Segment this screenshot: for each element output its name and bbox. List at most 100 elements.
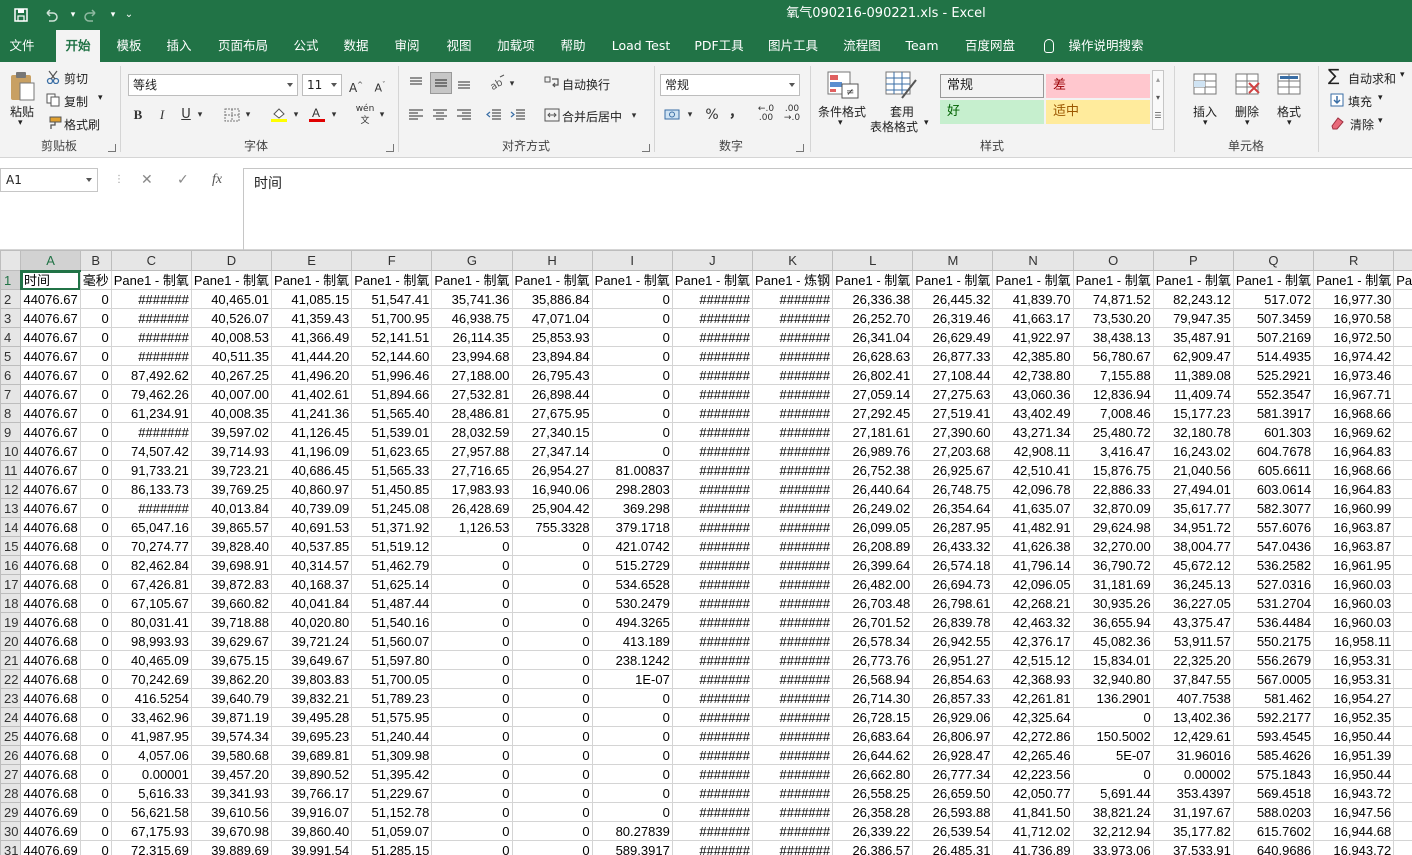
cell-d25[interactable]: 39,574.34 — [190, 726, 273, 746]
cell-b30[interactable]: 0 — [79, 821, 112, 841]
cell-l30[interactable]: 26,339.22 — [832, 821, 914, 841]
cell-d28[interactable]: 39,341.93 — [190, 783, 273, 803]
cell-p7[interactable]: 11,409.74 — [1152, 384, 1234, 404]
cell-l18[interactable]: 26,703.48 — [832, 593, 914, 613]
cell-s25[interactable]: 16,950.44 — [1393, 726, 1412, 746]
column-header-j[interactable]: J — [671, 250, 753, 271]
cell-i1[interactable]: Pane1 - 制氧 — [591, 270, 673, 290]
align-right-icon[interactable] — [456, 108, 472, 122]
cell-f21[interactable]: 51,597.80 — [351, 650, 433, 670]
column-header-i[interactable]: I — [591, 250, 673, 271]
cell-m3[interactable]: 26,319.46 — [912, 308, 994, 328]
delete-dropdown-icon[interactable]: ▾ — [1245, 118, 1250, 128]
cell-m29[interactable]: 26,593.88 — [912, 802, 994, 822]
cell-k3[interactable]: ####### — [751, 308, 834, 328]
cell-a15[interactable]: 44076.68 — [20, 536, 81, 556]
cell-q20[interactable]: 550.2175 — [1232, 631, 1315, 651]
cell-i13[interactable]: 369.298 — [591, 498, 673, 518]
cell-e10[interactable]: 41,196.09 — [271, 441, 353, 461]
cell-l15[interactable]: 26,208.89 — [832, 536, 914, 556]
cell-o2[interactable]: 74,871.52 — [1072, 289, 1154, 309]
cell-h24[interactable]: 0 — [511, 707, 593, 727]
cell-h28[interactable]: 0 — [511, 783, 593, 803]
cell-q13[interactable]: 582.3077 — [1232, 498, 1315, 518]
cell-n21[interactable]: 42,515.12 — [992, 650, 1074, 670]
cell-i25[interactable]: 0 — [591, 726, 673, 746]
cell-j13[interactable]: ####### — [671, 498, 753, 518]
cell-l5[interactable]: 26,628.63 — [832, 346, 914, 366]
cell-g11[interactable]: 27,716.65 — [431, 460, 513, 480]
cell-n25[interactable]: 42,272.86 — [992, 726, 1074, 746]
cell-d29[interactable]: 39,610.56 — [190, 802, 273, 822]
cell-h15[interactable]: 0 — [511, 536, 593, 556]
align-top-icon[interactable] — [408, 76, 424, 90]
row-header[interactable]: 15 — [0, 536, 22, 556]
cell-n30[interactable]: 41,712.02 — [992, 821, 1074, 841]
cell-a17[interactable]: 44076.68 — [20, 574, 81, 594]
cell-d18[interactable]: 39,660.82 — [190, 593, 273, 613]
fill-button[interactable]: 填充 — [1348, 93, 1372, 110]
cell-h30[interactable]: 0 — [511, 821, 593, 841]
cell-a27[interactable]: 44076.68 — [20, 764, 81, 784]
cell-q5[interactable]: 514.4935 — [1232, 346, 1315, 366]
cell-f10[interactable]: 51,623.65 — [351, 441, 433, 461]
cell-c14[interactable]: 65,047.16 — [110, 517, 192, 537]
cell-j27[interactable]: ####### — [671, 764, 753, 784]
cell-f16[interactable]: 51,462.79 — [351, 555, 433, 575]
cell-b22[interactable]: 0 — [79, 669, 112, 689]
cell-r7[interactable]: 16,967.71 — [1313, 384, 1395, 404]
cell-s19[interactable]: 16,960.03 — [1393, 612, 1412, 632]
cell-c25[interactable]: 41,987.95 — [110, 726, 192, 746]
column-header-r[interactable]: R — [1313, 250, 1395, 271]
cell-r27[interactable]: 16,950.44 — [1313, 764, 1395, 784]
cell-o10[interactable]: 3,416.47 — [1072, 441, 1154, 461]
cell-c16[interactable]: 82,462.84 — [110, 555, 192, 575]
cell-p27[interactable]: 0.00002 — [1152, 764, 1234, 784]
row-header[interactable]: 1 — [0, 270, 22, 290]
cell-j26[interactable]: ####### — [671, 745, 753, 765]
cell-s23[interactable]: 16,954.27 — [1393, 688, 1412, 708]
autosum-dropdown-icon[interactable]: ▾ — [1400, 70, 1405, 80]
cell-k29[interactable]: ####### — [751, 802, 834, 822]
cell-m31[interactable]: 26,485.31 — [912, 840, 994, 855]
cell-l13[interactable]: 26,249.02 — [832, 498, 914, 518]
cell-p15[interactable]: 38,004.77 — [1152, 536, 1234, 556]
cell-k5[interactable]: ####### — [751, 346, 834, 366]
cell-r16[interactable]: 16,961.95 — [1313, 555, 1395, 575]
clear-button[interactable]: 清除 — [1350, 116, 1374, 133]
underline-button[interactable]: U — [176, 105, 196, 125]
cell-p23[interactable]: 407.7538 — [1152, 688, 1234, 708]
cell-m23[interactable]: 26,857.33 — [912, 688, 994, 708]
cell-j14[interactable]: ####### — [671, 517, 753, 537]
cell-a9[interactable]: 44076.67 — [20, 422, 81, 442]
cell-b5[interactable]: 0 — [79, 346, 112, 366]
cell-m14[interactable]: 26,287.95 — [912, 517, 994, 537]
cell-a10[interactable]: 44076.67 — [20, 441, 81, 461]
cell-b4[interactable]: 0 — [79, 327, 112, 347]
column-header-p[interactable]: P — [1152, 250, 1234, 271]
cell-q19[interactable]: 536.4484 — [1232, 612, 1315, 632]
cell-q3[interactable]: 507.3459 — [1232, 308, 1315, 328]
cell-b26[interactable]: 0 — [79, 745, 112, 765]
cell-d21[interactable]: 39,675.15 — [190, 650, 273, 670]
cell-o11[interactable]: 15,876.75 — [1072, 460, 1154, 480]
cell-o30[interactable]: 32,212.94 — [1072, 821, 1154, 841]
cell-m12[interactable]: 26,748.75 — [912, 479, 994, 499]
cell-d12[interactable]: 39,769.25 — [190, 479, 273, 499]
cell-m6[interactable]: 27,108.44 — [912, 365, 994, 385]
cell-s20[interactable]: 16,958.11 — [1393, 631, 1412, 651]
cell-k10[interactable]: ####### — [751, 441, 834, 461]
cell-a30[interactable]: 44076.69 — [20, 821, 81, 841]
cell-n9[interactable]: 43,271.34 — [992, 422, 1074, 442]
fill-color-dropdown-icon[interactable]: ▾ — [290, 105, 302, 125]
column-header-q[interactable]: Q — [1232, 250, 1315, 271]
tab-pdf-tools[interactable]: PDF工具 — [690, 30, 748, 62]
cell-f24[interactable]: 51,575.95 — [351, 707, 433, 727]
cell-e9[interactable]: 41,126.45 — [271, 422, 353, 442]
cell-q9[interactable]: 601.303 — [1232, 422, 1315, 442]
comma-button[interactable]: ， — [726, 103, 746, 123]
percent-button[interactable]: % — [702, 105, 722, 125]
cell-a19[interactable]: 44076.68 — [20, 612, 81, 632]
cell-a16[interactable]: 44076.68 — [20, 555, 81, 575]
cell-q12[interactable]: 603.0614 — [1232, 479, 1315, 499]
